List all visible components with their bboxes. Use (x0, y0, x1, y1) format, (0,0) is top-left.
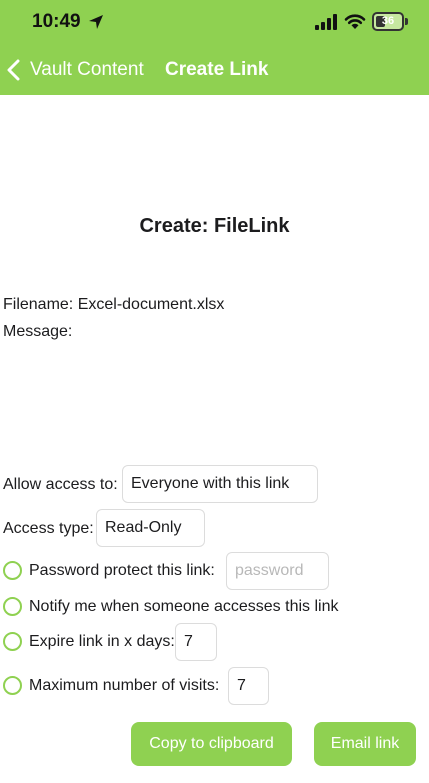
status-time: 10:49 (32, 11, 81, 32)
back-button[interactable]: Vault Content (6, 56, 144, 84)
cellular-signal-icon (315, 14, 337, 30)
battery-icon: 36 (372, 12, 404, 31)
max-visits-option[interactable]: Maximum number of visits: (3, 676, 219, 695)
expire-label: Expire link in x days: (29, 632, 175, 650)
wifi-icon (344, 14, 366, 29)
notify-option[interactable]: Notify me when someone accesses this lin… (3, 597, 338, 616)
expire-radio[interactable] (3, 632, 22, 651)
access-type-select[interactable]: Read-Only (96, 509, 205, 547)
location-arrow-icon (89, 15, 103, 29)
chevron-left-icon (7, 59, 20, 81)
expire-days-value: 7 (184, 633, 193, 650)
back-button-label: Vault Content (30, 59, 144, 80)
max-visits-label: Maximum number of visits: (29, 676, 220, 694)
email-link-label: Email link (330, 735, 400, 752)
allow-access-label: Allow access to: (3, 476, 118, 493)
status-bar: 10:49 36 (0, 0, 429, 46)
page-title: Create: FileLink (139, 215, 290, 237)
nav-title: Create Link (165, 59, 269, 80)
expire-days-input[interactable]: 7 (175, 623, 217, 661)
max-visits-input[interactable]: 7 (228, 667, 269, 705)
allow-access-select[interactable]: Everyone with this link (122, 465, 318, 503)
notify-label: Notify me when someone accesses this lin… (29, 597, 339, 615)
filename-text: Filename: Excel-document.xlsx (3, 296, 225, 313)
notify-radio[interactable] (3, 597, 22, 616)
navigation-bar: Vault Content Create Link (0, 46, 429, 95)
expire-option[interactable]: Expire link in x days: (3, 632, 175, 651)
password-protect-radio[interactable] (3, 561, 22, 580)
copy-to-clipboard-button[interactable]: Copy to clipboard (131, 722, 292, 766)
copy-to-clipboard-label: Copy to clipboard (149, 735, 274, 752)
password-input[interactable] (226, 552, 329, 590)
battery-cap (405, 18, 408, 25)
max-visits-radio[interactable] (3, 676, 22, 695)
message-label: Message: (3, 323, 73, 340)
allow-access-value: Everyone with this link (131, 475, 290, 492)
battery-percent: 36 (381, 15, 395, 27)
password-protect-option[interactable]: Password protect this link: (3, 561, 215, 580)
max-visits-value: 7 (237, 677, 246, 694)
access-type-value: Read-Only (105, 519, 182, 536)
access-type-label: Access type: (3, 520, 94, 537)
email-link-button[interactable]: Email link (314, 722, 416, 766)
password-protect-label: Password protect this link: (29, 561, 215, 579)
